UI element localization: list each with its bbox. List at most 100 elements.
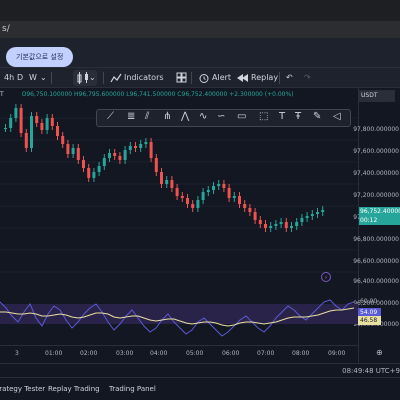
candle-body <box>160 172 163 184</box>
alert-button[interactable]: Alert <box>212 68 231 88</box>
tab-strategy-tester[interactable]: Strategy Tester <box>0 385 45 393</box>
chevron-down-icon[interactable]: ⌄ <box>89 68 96 88</box>
candle-body <box>97 166 101 172</box>
settings-gear-icon[interactable]: ⊕ <box>376 348 383 357</box>
xabcd-pattern-icon[interactable]: ⋀ <box>181 111 189 122</box>
candle-body <box>149 142 153 158</box>
time-tick-label: 01:00 <box>45 350 63 357</box>
price-tick-label: 97,400.000000 <box>353 170 399 177</box>
candle-body <box>123 150 127 160</box>
interval-w[interactable]: W <box>29 68 37 88</box>
candle-body <box>206 190 210 192</box>
set-default-button[interactable]: 기본값으로 설정 <box>6 47 74 67</box>
candle-body <box>191 204 195 208</box>
candle-body <box>310 214 314 216</box>
candle-body <box>50 118 54 126</box>
axis-currency[interactable]: USDT <box>359 90 395 102</box>
tab-trading-panel[interactable]: Trading Panel <box>109 385 156 393</box>
candle-body <box>222 184 226 188</box>
clock[interactable]: 08:49:48 UTC+9 <box>342 367 400 375</box>
bottom-panel-tabs: Strategy Tester Replay Trading Trading P… <box>0 377 400 400</box>
time-tick-label: 03:00 <box>116 350 134 357</box>
candle-body <box>61 136 65 144</box>
ohlc-values: O96,750.100000 H96,795.600000 L96,741.50… <box>21 91 294 98</box>
interval-4h[interactable]: 4h <box>4 68 14 88</box>
replay-button[interactable]: Replay <box>251 68 278 88</box>
trend-line-icon[interactable]: ⟋ <box>107 111 114 122</box>
time-tick-label: 05:00 <box>186 350 204 357</box>
candle-body <box>305 216 309 218</box>
ohlc-legend: T O96,750.100000 H96,795.600000 L96,741.… <box>0 91 294 103</box>
candle-body <box>258 220 262 224</box>
candle-body <box>227 188 231 198</box>
candle-body <box>30 116 33 148</box>
chart-toolbar: 4h D W ⌄ ⌄ Indicators Alert Replay ↶ ↷ <box>0 68 400 88</box>
anchored-text-icon[interactable]: Ŧ <box>295 111 301 122</box>
candle-body <box>248 208 252 212</box>
alert-icon[interactable] <box>198 68 210 88</box>
svg-text:⚡: ⚡ <box>324 275 328 282</box>
time-tick-label: 06:00 <box>222 350 240 357</box>
redo-icon[interactable]: ↷ <box>304 68 311 88</box>
tab-replay-trading[interactable]: Replay Trading <box>48 385 100 393</box>
separator <box>103 72 104 84</box>
separator <box>279 72 280 84</box>
address-bar[interactable]: s/ <box>0 21 400 38</box>
browser-title-bar <box>0 0 400 21</box>
time-tick-label: 07:00 <box>257 350 275 357</box>
candle-body <box>170 180 174 188</box>
candle-body <box>82 160 85 168</box>
replay-icon[interactable] <box>237 68 249 88</box>
chevron-down-icon[interactable]: ⌄ <box>40 68 47 88</box>
candle-body <box>269 226 273 228</box>
candle-body <box>71 148 75 154</box>
separator <box>191 72 192 84</box>
candle-body <box>284 222 288 228</box>
brush-icon[interactable]: ✎ <box>313 111 321 122</box>
parallel-channel-icon[interactable]: ⫽ <box>145 111 149 122</box>
status-bar: 08:49:48 UTC+9 <box>0 363 400 377</box>
candle-body <box>196 200 200 208</box>
candle-body <box>321 210 325 212</box>
osc-level-upper: 60.00 <box>360 298 378 305</box>
price-tick-label: 96,800.000000 <box>353 236 399 243</box>
undo-icon[interactable]: ↶ <box>286 68 293 88</box>
time-tick-label: 3 <box>15 350 19 357</box>
indicators-icon[interactable] <box>110 68 122 88</box>
candle-body <box>118 156 122 160</box>
candle-body <box>66 144 70 154</box>
candle-body <box>217 184 221 186</box>
candle-body <box>144 142 148 144</box>
price-tick-label: 97,200.000000 <box>353 192 399 199</box>
cycle-lines-icon[interactable]: ∽ <box>217 111 225 122</box>
interval-d[interactable]: D <box>17 68 23 88</box>
candle-body <box>316 212 319 214</box>
fib-icon[interactable]: ≣ <box>127 111 135 122</box>
candle-body <box>19 108 23 133</box>
candle-body <box>92 172 96 178</box>
osc-value-signal: 46.58 <box>358 316 381 325</box>
candle-body <box>253 212 257 220</box>
bar-style-icon[interactable] <box>76 68 90 88</box>
rectangle-icon[interactable]: ▭ <box>237 111 246 122</box>
bar-countdown: 00:12 <box>360 217 378 224</box>
indicators-button[interactable]: Indicators <box>124 68 164 88</box>
candle-body <box>300 218 304 222</box>
text-icon[interactable]: T <box>279 111 285 122</box>
candle-body <box>180 196 184 198</box>
pitchfork-icon[interactable]: ⋔ <box>163 111 171 122</box>
rectangle-select-icon[interactable]: ⬚ <box>259 111 268 122</box>
time-tick-label: 08:00 <box>292 350 310 357</box>
event-marker-icon[interactable]: ⚡ <box>321 272 331 282</box>
candle-body <box>212 186 215 190</box>
candle-body <box>232 196 236 198</box>
candle-body <box>14 108 18 118</box>
time-axis[interactable]: 3 01:00 02:00 03:00 04:00 05:00 06:00 07:00 08:0… <box>0 345 358 363</box>
templates-icon[interactable] <box>176 68 187 88</box>
candle-body <box>134 146 137 148</box>
oscillator-pane[interactable] <box>0 292 358 342</box>
candle-body <box>139 144 143 148</box>
candle-body <box>264 224 267 228</box>
measure-icon[interactable]: ◁ <box>333 111 341 122</box>
elliott-wave-icon[interactable]: ∿ <box>199 111 207 122</box>
